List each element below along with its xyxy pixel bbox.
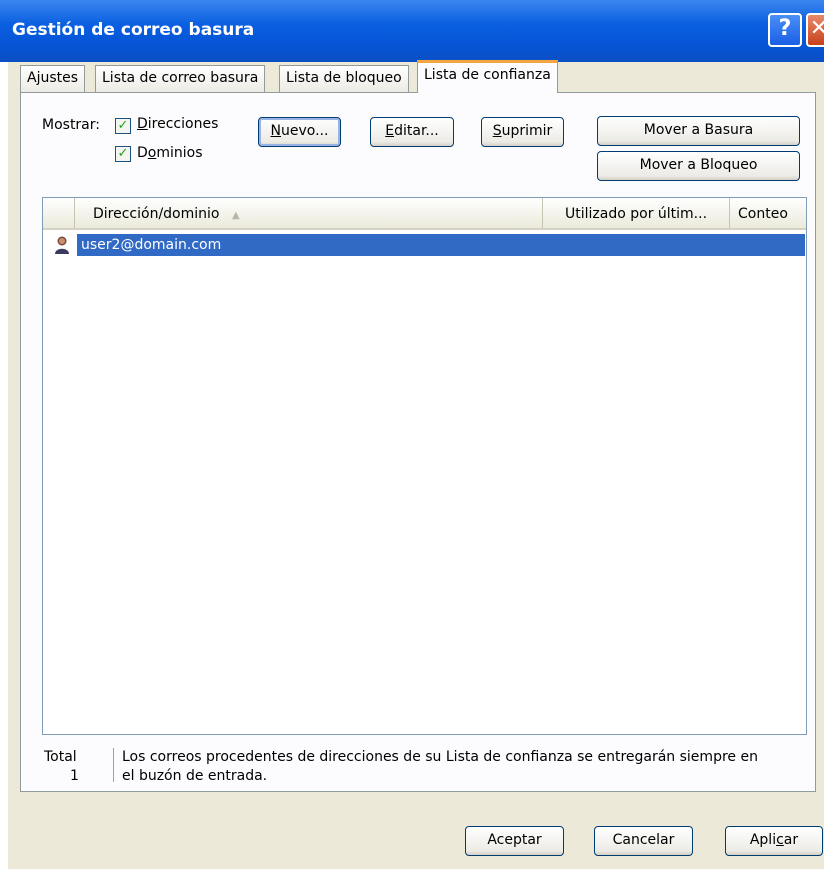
column-address[interactable]: Dirección/dominio ▲ bbox=[75, 198, 543, 228]
trusted-list[interactable]: Dirección/dominio ▲ Utilizado por últim.… bbox=[42, 197, 807, 735]
info-note-line2: el buzón de entrada. bbox=[122, 768, 268, 784]
person-icon bbox=[55, 236, 69, 254]
check-icon: ✓ bbox=[117, 118, 129, 133]
footer-divider bbox=[113, 748, 114, 782]
check-icon: ✓ bbox=[117, 146, 129, 161]
ok-button[interactable]: Aceptar bbox=[465, 826, 564, 856]
info-note-line1: Los correos procedentes de direcciones d… bbox=[122, 749, 758, 765]
cancel-button[interactable]: Cancelar bbox=[594, 826, 693, 856]
icon-column-header[interactable] bbox=[43, 198, 75, 228]
show-label: Mostrar: bbox=[42, 117, 100, 133]
total-value: 1 bbox=[70, 768, 79, 784]
addresses-checkbox[interactable]: ✓ bbox=[115, 118, 131, 134]
delete-button[interactable]: Suprimir bbox=[481, 117, 564, 147]
column-last-used[interactable]: Utilizado por últim... bbox=[543, 198, 730, 228]
new-button[interactable]: Nuevo... bbox=[258, 117, 341, 147]
dialog-window: Gestión de correo basura ? ✕ Ajustes Lis… bbox=[0, 0, 824, 869]
domains-label[interactable]: Dominios bbox=[137, 145, 203, 161]
total-label: Total bbox=[44, 749, 77, 765]
title-bar[interactable]: Gestión de correo basura ? ✕ bbox=[0, 0, 824, 62]
addresses-label[interactable]: Direcciones bbox=[137, 116, 218, 132]
window-title: Gestión de correo basura bbox=[12, 20, 255, 40]
list-item[interactable]: user2@domain.com bbox=[77, 234, 805, 256]
sort-ascending-icon: ▲ bbox=[231, 210, 240, 221]
close-button[interactable]: ✕ bbox=[806, 13, 824, 47]
edit-button[interactable]: Editar... bbox=[370, 117, 454, 147]
apply-button[interactable]: Aplicar bbox=[725, 826, 823, 856]
help-button[interactable]: ? bbox=[768, 13, 802, 47]
tab-lista-correo-basura[interactable]: Lista de correo basura bbox=[95, 65, 266, 92]
tab-ajustes[interactable]: Ajustes bbox=[20, 65, 86, 92]
tab-lista-bloqueo[interactable]: Lista de bloqueo bbox=[279, 65, 409, 92]
domains-checkbox[interactable]: ✓ bbox=[115, 146, 131, 162]
move-to-junk-button[interactable]: Mover a Basura bbox=[597, 116, 800, 146]
move-to-block-button[interactable]: Mover a Bloqueo bbox=[597, 151, 800, 181]
list-header: Dirección/dominio ▲ Utilizado por últim.… bbox=[43, 198, 806, 230]
column-count[interactable]: Conteo bbox=[730, 198, 806, 228]
tab-lista-confianza[interactable]: Lista de confianza bbox=[417, 60, 558, 93]
